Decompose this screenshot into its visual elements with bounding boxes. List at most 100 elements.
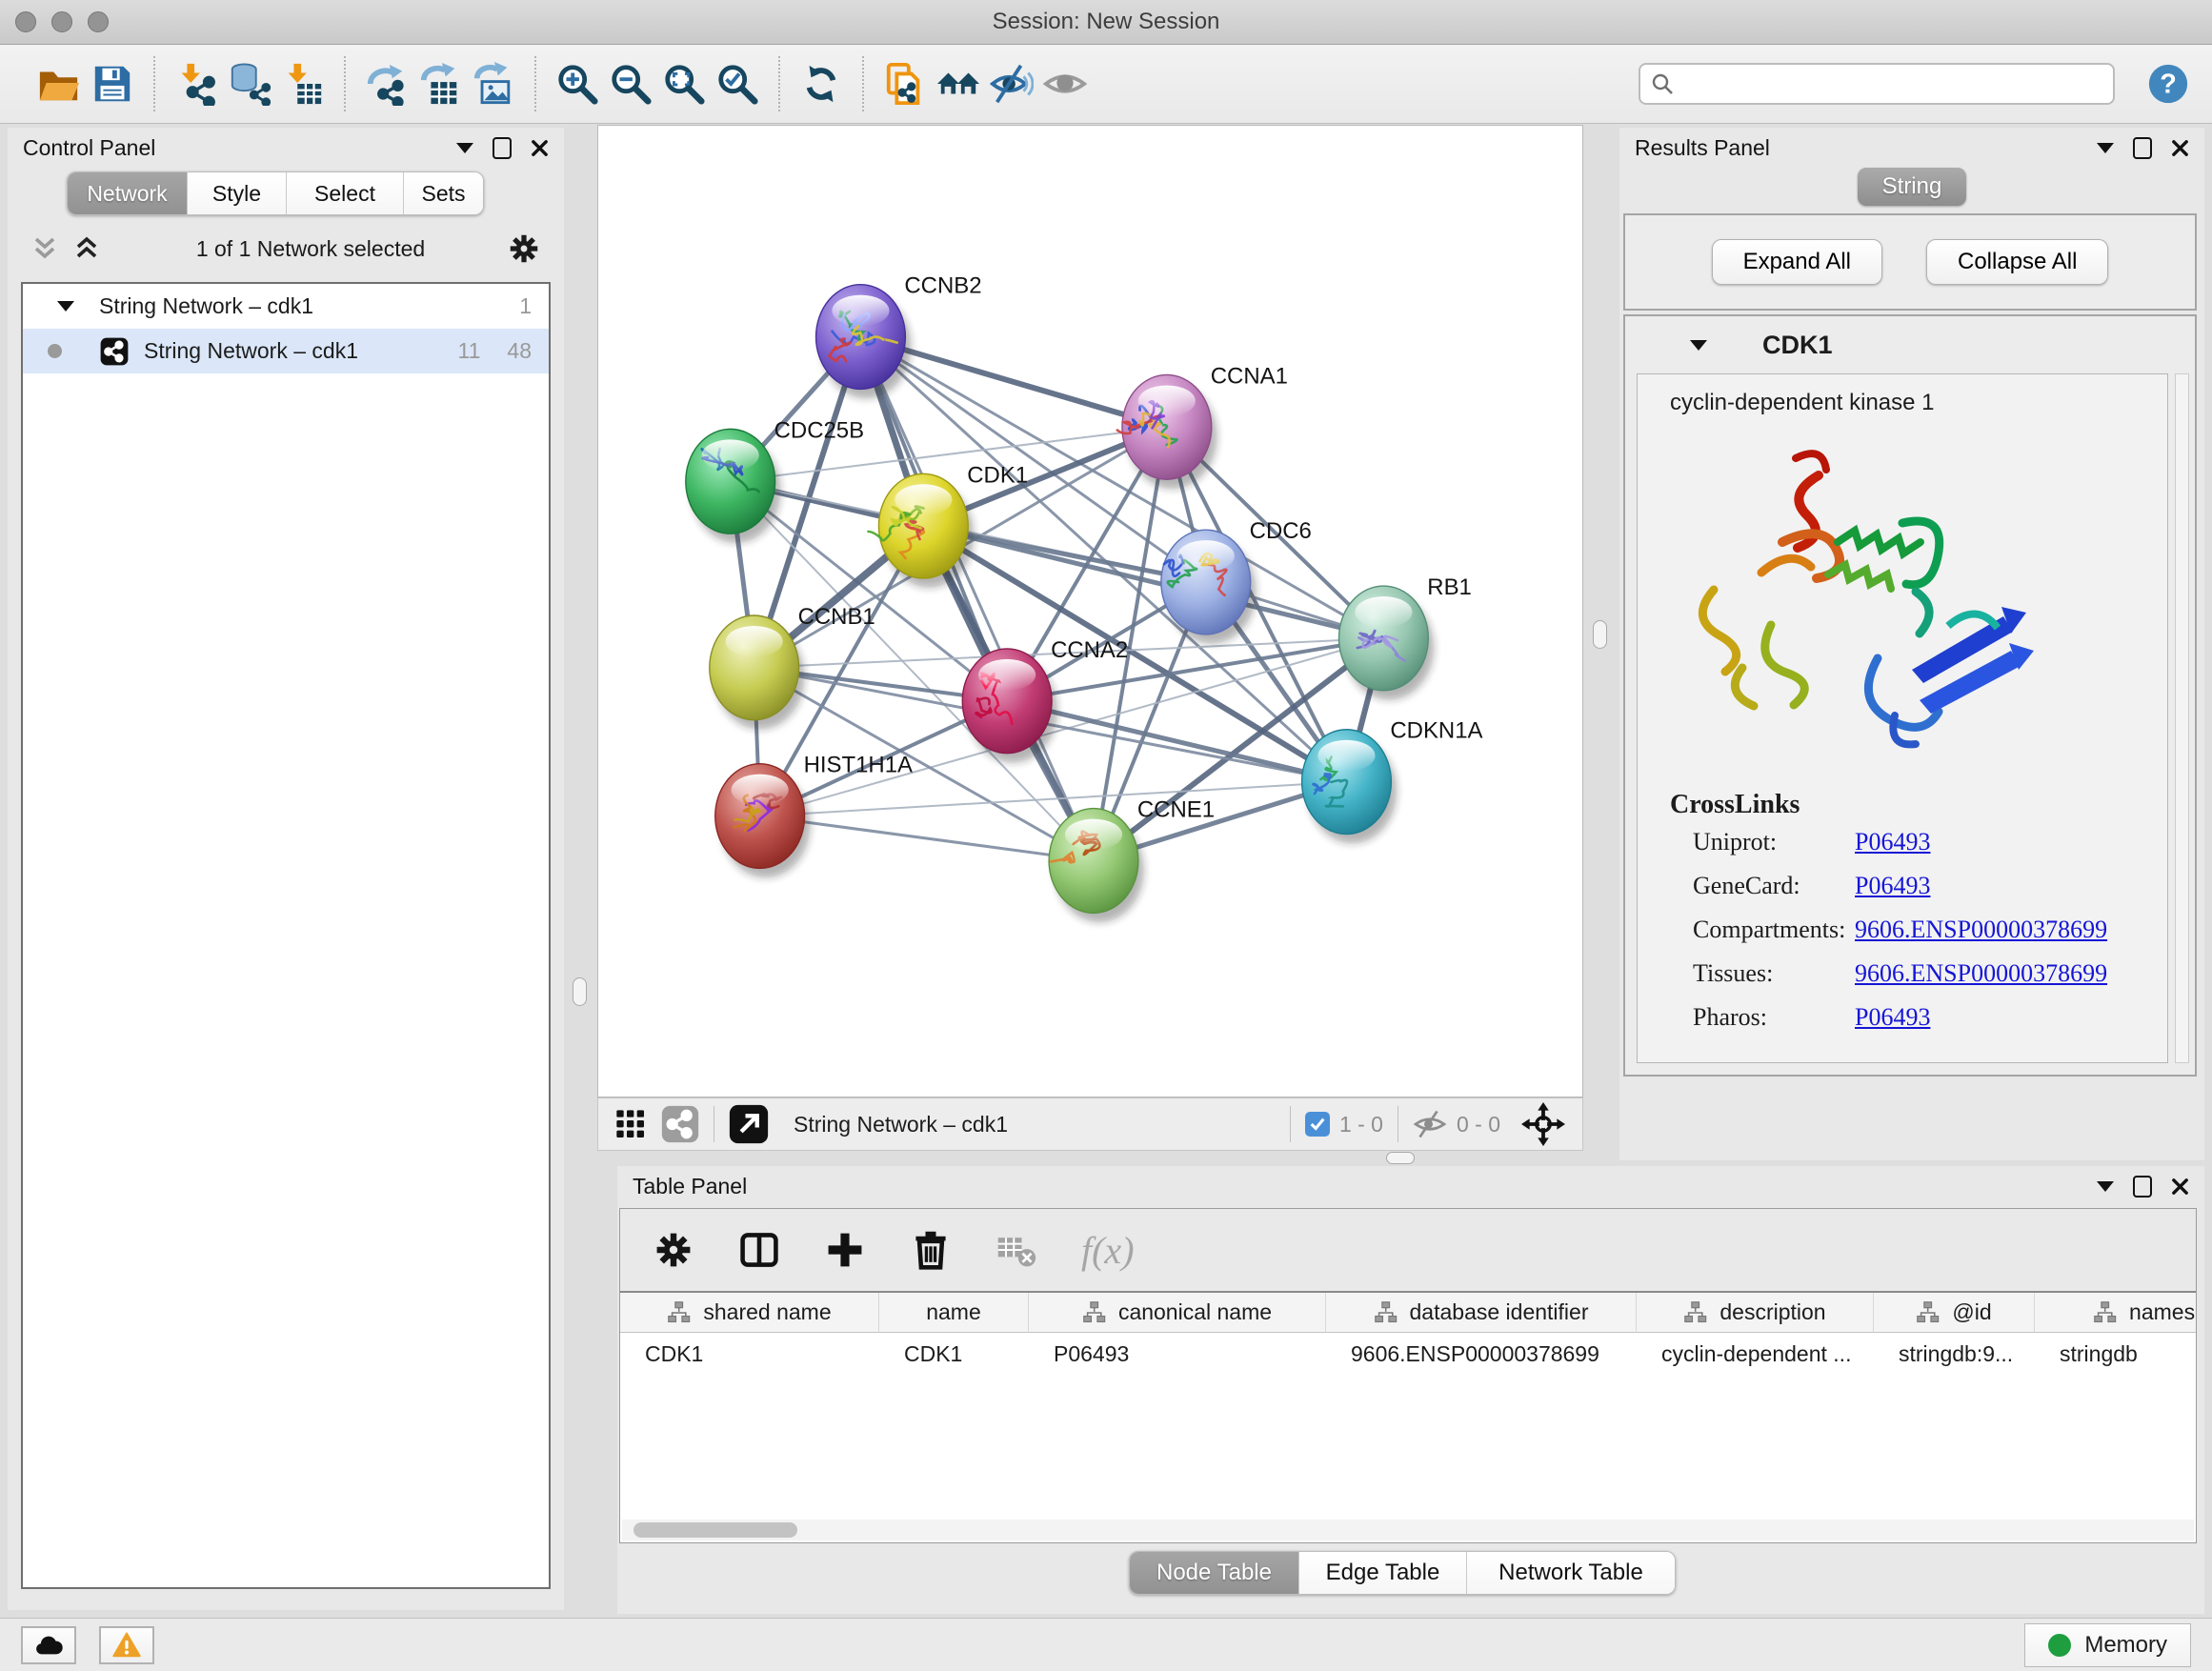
panel-float-icon[interactable] xyxy=(2133,137,2152,159)
cloud-status-button[interactable] xyxy=(21,1626,76,1664)
expand-all-networks-icon[interactable] xyxy=(72,234,101,263)
clone-network-icon[interactable] xyxy=(878,56,932,111)
open-in-window-icon[interactable] xyxy=(729,1104,769,1144)
column-header[interactable]: namespace xyxy=(2035,1293,2196,1333)
cell-shared-name[interactable]: CDK1 xyxy=(620,1333,879,1375)
tab-edge-table[interactable]: Edge Table xyxy=(1299,1552,1467,1594)
panel-close-icon[interactable] xyxy=(2171,139,2189,157)
close-window-button[interactable] xyxy=(15,11,36,32)
network-edge-CDK1-RB1[interactable] xyxy=(923,526,1383,638)
network-node-CDKN1A[interactable]: CDKN1A xyxy=(1302,718,1483,844)
network-canvas[interactable]: CCNB2 CCNA1 CDC25BCDK1 CDC6RB1 CCNB1 CCNA2 CDK… xyxy=(597,125,1583,1097)
hide-eye-icon[interactable] xyxy=(985,56,1038,111)
column-header[interactable]: shared name xyxy=(620,1293,879,1333)
splitter-grip[interactable] xyxy=(1386,1152,1415,1164)
network-options-gear-icon[interactable] xyxy=(507,232,541,266)
tab-sets[interactable]: Sets xyxy=(404,172,483,214)
zoom-window-button[interactable] xyxy=(88,11,109,32)
crosslink-link[interactable]: 9606.ENSP00000378699 xyxy=(1855,908,2107,952)
panel-menu-icon[interactable] xyxy=(2097,1181,2114,1192)
cell-database-identifier[interactable]: 9606.ENSP00000378699 xyxy=(1326,1333,1637,1375)
save-session-icon[interactable] xyxy=(86,56,139,111)
gene-card-header[interactable]: CDK1 xyxy=(1625,316,2195,373)
network-node-CDC25B[interactable]: CDC25B xyxy=(686,417,864,543)
network-row-selected[interactable]: String Network – cdk1 11 48 xyxy=(23,329,549,373)
export-network-icon[interactable] xyxy=(360,56,413,111)
crosslink-link[interactable]: P06493 xyxy=(1855,864,1930,908)
results-scrollbar[interactable] xyxy=(2175,373,2189,1063)
splitter-grip[interactable] xyxy=(573,977,587,1006)
network-node-CCNA1[interactable]: CCNA1 xyxy=(1117,363,1288,489)
column-header[interactable]: database identifier xyxy=(1326,1293,1637,1333)
selected-checkbox-icon[interactable] xyxy=(1305,1112,1330,1137)
column-header[interactable]: @id xyxy=(1874,1293,2035,1333)
crosslink-link[interactable]: P06493 xyxy=(1855,820,1930,864)
fit-crosshair-icon[interactable] xyxy=(1521,1102,1565,1146)
panel-float-icon[interactable] xyxy=(2133,1176,2152,1198)
export-table-icon[interactable] xyxy=(413,56,467,111)
collapse-all-networks-icon[interactable] xyxy=(30,234,59,263)
zoom-selected-icon[interactable] xyxy=(711,56,764,111)
add-column-icon[interactable] xyxy=(824,1229,866,1271)
cell-canonical-name[interactable]: P06493 xyxy=(1029,1333,1326,1375)
splitter-grip[interactable] xyxy=(1593,620,1607,649)
collection-expand-icon[interactable] xyxy=(57,301,74,312)
table-options-gear-icon[interactable] xyxy=(653,1229,694,1271)
column-header[interactable]: description xyxy=(1637,1293,1874,1333)
tab-style[interactable]: Style xyxy=(188,172,287,214)
tab-network[interactable]: Network xyxy=(68,172,188,214)
memory-button[interactable]: Memory xyxy=(2024,1623,2191,1667)
network-collection-row[interactable]: String Network – cdk1 1 xyxy=(23,284,549,329)
network-node-CDK1[interactable]: CDK1 xyxy=(868,462,1028,588)
tab-string[interactable]: String xyxy=(1858,168,1967,206)
table-row[interactable]: CDK1 CDK1 P06493 9606.ENSP00000378699 cy… xyxy=(620,1333,2196,1375)
network-node-CCNA2[interactable]: CCNA2 xyxy=(962,637,1128,763)
show-columns-icon[interactable] xyxy=(738,1229,780,1271)
network-edge-RB1-HIST1H1A[interactable] xyxy=(760,638,1384,816)
export-image-icon[interactable] xyxy=(467,56,520,111)
tab-select[interactable]: Select xyxy=(287,172,404,214)
warning-status-button[interactable] xyxy=(99,1626,154,1664)
cell-description[interactable]: cyclin-dependent ... xyxy=(1637,1333,1874,1375)
delete-column-icon[interactable] xyxy=(910,1229,952,1271)
tab-network-table[interactable]: Network Table xyxy=(1467,1552,1675,1594)
import-table-icon[interactable] xyxy=(276,56,330,111)
gene-expand-icon[interactable] xyxy=(1690,340,1707,351)
network-node-CCNE1[interactable]: CCNE1 xyxy=(1049,797,1215,923)
network-node-CCNB2[interactable]: CCNB2 xyxy=(816,273,982,399)
hidden-eye-icon[interactable] xyxy=(1413,1107,1447,1141)
network-node-RB1[interactable]: RB1 xyxy=(1338,574,1471,700)
panel-float-icon[interactable] xyxy=(493,137,512,159)
zoom-out-icon[interactable] xyxy=(604,56,657,111)
cell-namespace[interactable]: stringdb xyxy=(2035,1333,2196,1375)
help-icon[interactable]: ? xyxy=(2142,56,2195,111)
zoom-in-icon[interactable] xyxy=(551,56,604,111)
search-input[interactable] xyxy=(1675,70,2103,97)
crosslink-link[interactable]: P06493 xyxy=(1855,996,1930,1039)
panel-menu-icon[interactable] xyxy=(456,143,473,153)
panel-menu-icon[interactable] xyxy=(2097,143,2114,153)
table-hscrollbar-thumb[interactable] xyxy=(633,1522,797,1538)
import-network-icon[interactable] xyxy=(170,56,223,111)
tab-node-table[interactable]: Node Table xyxy=(1130,1552,1299,1594)
network-node-CCNB1[interactable]: CCNB1 xyxy=(710,604,875,730)
panel-close-icon[interactable] xyxy=(531,139,549,157)
network-node-HIST1H1A[interactable]: HIST1H1A xyxy=(715,753,913,878)
import-database-icon[interactable] xyxy=(223,56,276,111)
column-header[interactable]: name xyxy=(879,1293,1029,1333)
birdseye-grid-icon[interactable] xyxy=(615,1109,646,1139)
network-graph[interactable]: CCNB2 CCNA1 CDC25BCDK1 CDC6RB1 CCNB1 CCNA2 CDK… xyxy=(598,126,1582,1097)
table-hscrollbar[interactable] xyxy=(622,1520,2194,1540)
minimize-window-button[interactable] xyxy=(51,11,72,32)
column-header[interactable]: canonical name xyxy=(1029,1293,1326,1333)
cell-name[interactable]: CDK1 xyxy=(879,1333,1029,1375)
refresh-layout-icon[interactable] xyxy=(794,56,848,111)
network-node-CDC6[interactable]: CDC6 xyxy=(1161,518,1312,644)
network-edge-CCNB2-CCNE1[interactable] xyxy=(860,337,1094,861)
open-session-icon[interactable] xyxy=(32,56,86,111)
show-eye-icon[interactable] xyxy=(1038,56,1092,111)
collapse-all-button[interactable]: Collapse All xyxy=(1926,239,2108,285)
search-box[interactable] xyxy=(1639,63,2115,105)
crosslink-link[interactable]: 9606.ENSP00000378699 xyxy=(1855,952,2107,996)
expand-all-button[interactable]: Expand All xyxy=(1712,239,1882,285)
